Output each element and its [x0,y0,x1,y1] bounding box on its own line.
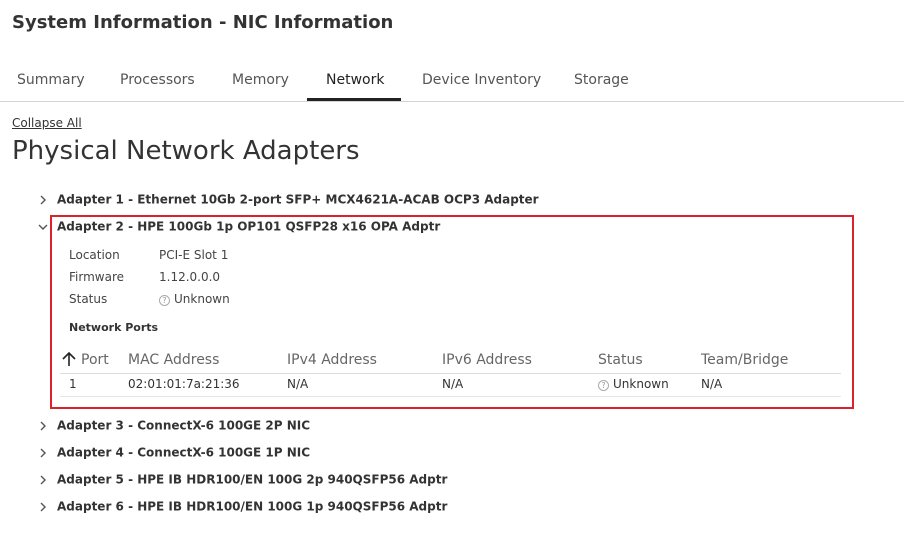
chevron-right-icon [40,421,46,430]
column-header-ipv6-address[interactable]: IPv6 Address [442,352,532,368]
adapter-label: Adapter 3 - ConnectX-6 100GE 2P NIC [57,418,311,433]
port-status-text: Unknown [613,377,669,391]
status-value: ? Unknown [159,292,230,306]
adapter-row-1[interactable]: Adapter 1 - Ethernet 10Gb 2-port SFP+ MC… [36,192,539,212]
active-tab-indicator [307,98,401,101]
collapse-all-link[interactable]: Collapse All [12,116,82,130]
mac-address-cell: 02:01:01:7a:21:36 [128,377,240,391]
adapter-row-4[interactable]: Adapter 4 - ConnectX-6 100GE 1P NIC [36,445,310,465]
column-header-ipv4-address[interactable]: IPv4 Address [287,352,377,368]
tab-storage[interactable]: Storage [574,72,629,88]
status-label: Status [69,292,108,306]
chevron-right-icon [40,475,46,484]
column-header-mac-address[interactable]: MAC Address [128,352,219,368]
adapter-label: Adapter 2 - HPE 100Gb 1p OP101 QSFP28 x1… [57,219,441,234]
ipv4-address-cell: N/A [287,377,309,391]
chevron-right-icon [40,502,46,511]
page-title: System Information - NIC Information [12,12,394,33]
ipv6-address-cell: N/A [442,377,464,391]
firmware-value: 1.12.0.0.0 [159,270,221,284]
team-bridge-cell: N/A [701,377,723,391]
adapter-row-2[interactable]: Adapter 2 - HPE 100Gb 1p OP101 QSFP28 x1… [36,219,440,239]
column-header-team-bridge[interactable]: Team/Bridge [701,352,788,368]
adapter-label: Adapter 1 - Ethernet 10Gb 2-port SFP+ MC… [57,192,539,207]
port-status-cell: ? Unknown [598,377,669,391]
location-label: Location [69,248,120,262]
tab-device-inventory[interactable]: Device Inventory [422,72,541,88]
tab-bar: Summary Processors Memory Network Device… [0,62,904,102]
table-row-divider [60,396,841,397]
section-title: Physical Network Adapters [12,136,360,166]
port-cell: 1 [69,377,77,391]
status-text: Unknown [174,292,230,306]
tab-processors[interactable]: Processors [120,72,195,88]
adapter-row-5[interactable]: Adapter 5 - HPE IB HDR100/EN 100G 2p 940… [36,472,447,492]
table-header-divider [60,373,841,374]
adapter-label: Adapter 6 - HPE IB HDR100/EN 100G 1p 940… [57,499,448,514]
tab-summary[interactable]: Summary [17,72,85,88]
adapter-label: Adapter 4 - ConnectX-6 100GE 1P NIC [57,445,311,460]
firmware-label: Firmware [69,270,124,284]
chevron-down-icon [38,224,48,230]
tab-network[interactable]: Network [326,72,384,88]
network-ports-title: Network Ports [69,321,159,334]
adapter-label: Adapter 5 - HPE IB HDR100/EN 100G 2p 940… [57,472,448,487]
help-circle-icon: ? [598,380,609,391]
column-header-status[interactable]: Status [598,352,643,368]
help-circle-icon: ? [159,295,170,306]
adapter-row-6[interactable]: Adapter 6 - HPE IB HDR100/EN 100G 1p 940… [36,499,447,519]
column-header-port[interactable]: Port [81,352,109,368]
tab-memory[interactable]: Memory [232,72,289,88]
adapter-row-3[interactable]: Adapter 3 - ConnectX-6 100GE 2P NIC [36,418,310,438]
location-value: PCI-E Slot 1 [159,248,229,262]
chevron-right-icon [40,195,46,204]
chevron-right-icon [40,448,46,457]
arrow-up-icon[interactable] [60,350,78,368]
